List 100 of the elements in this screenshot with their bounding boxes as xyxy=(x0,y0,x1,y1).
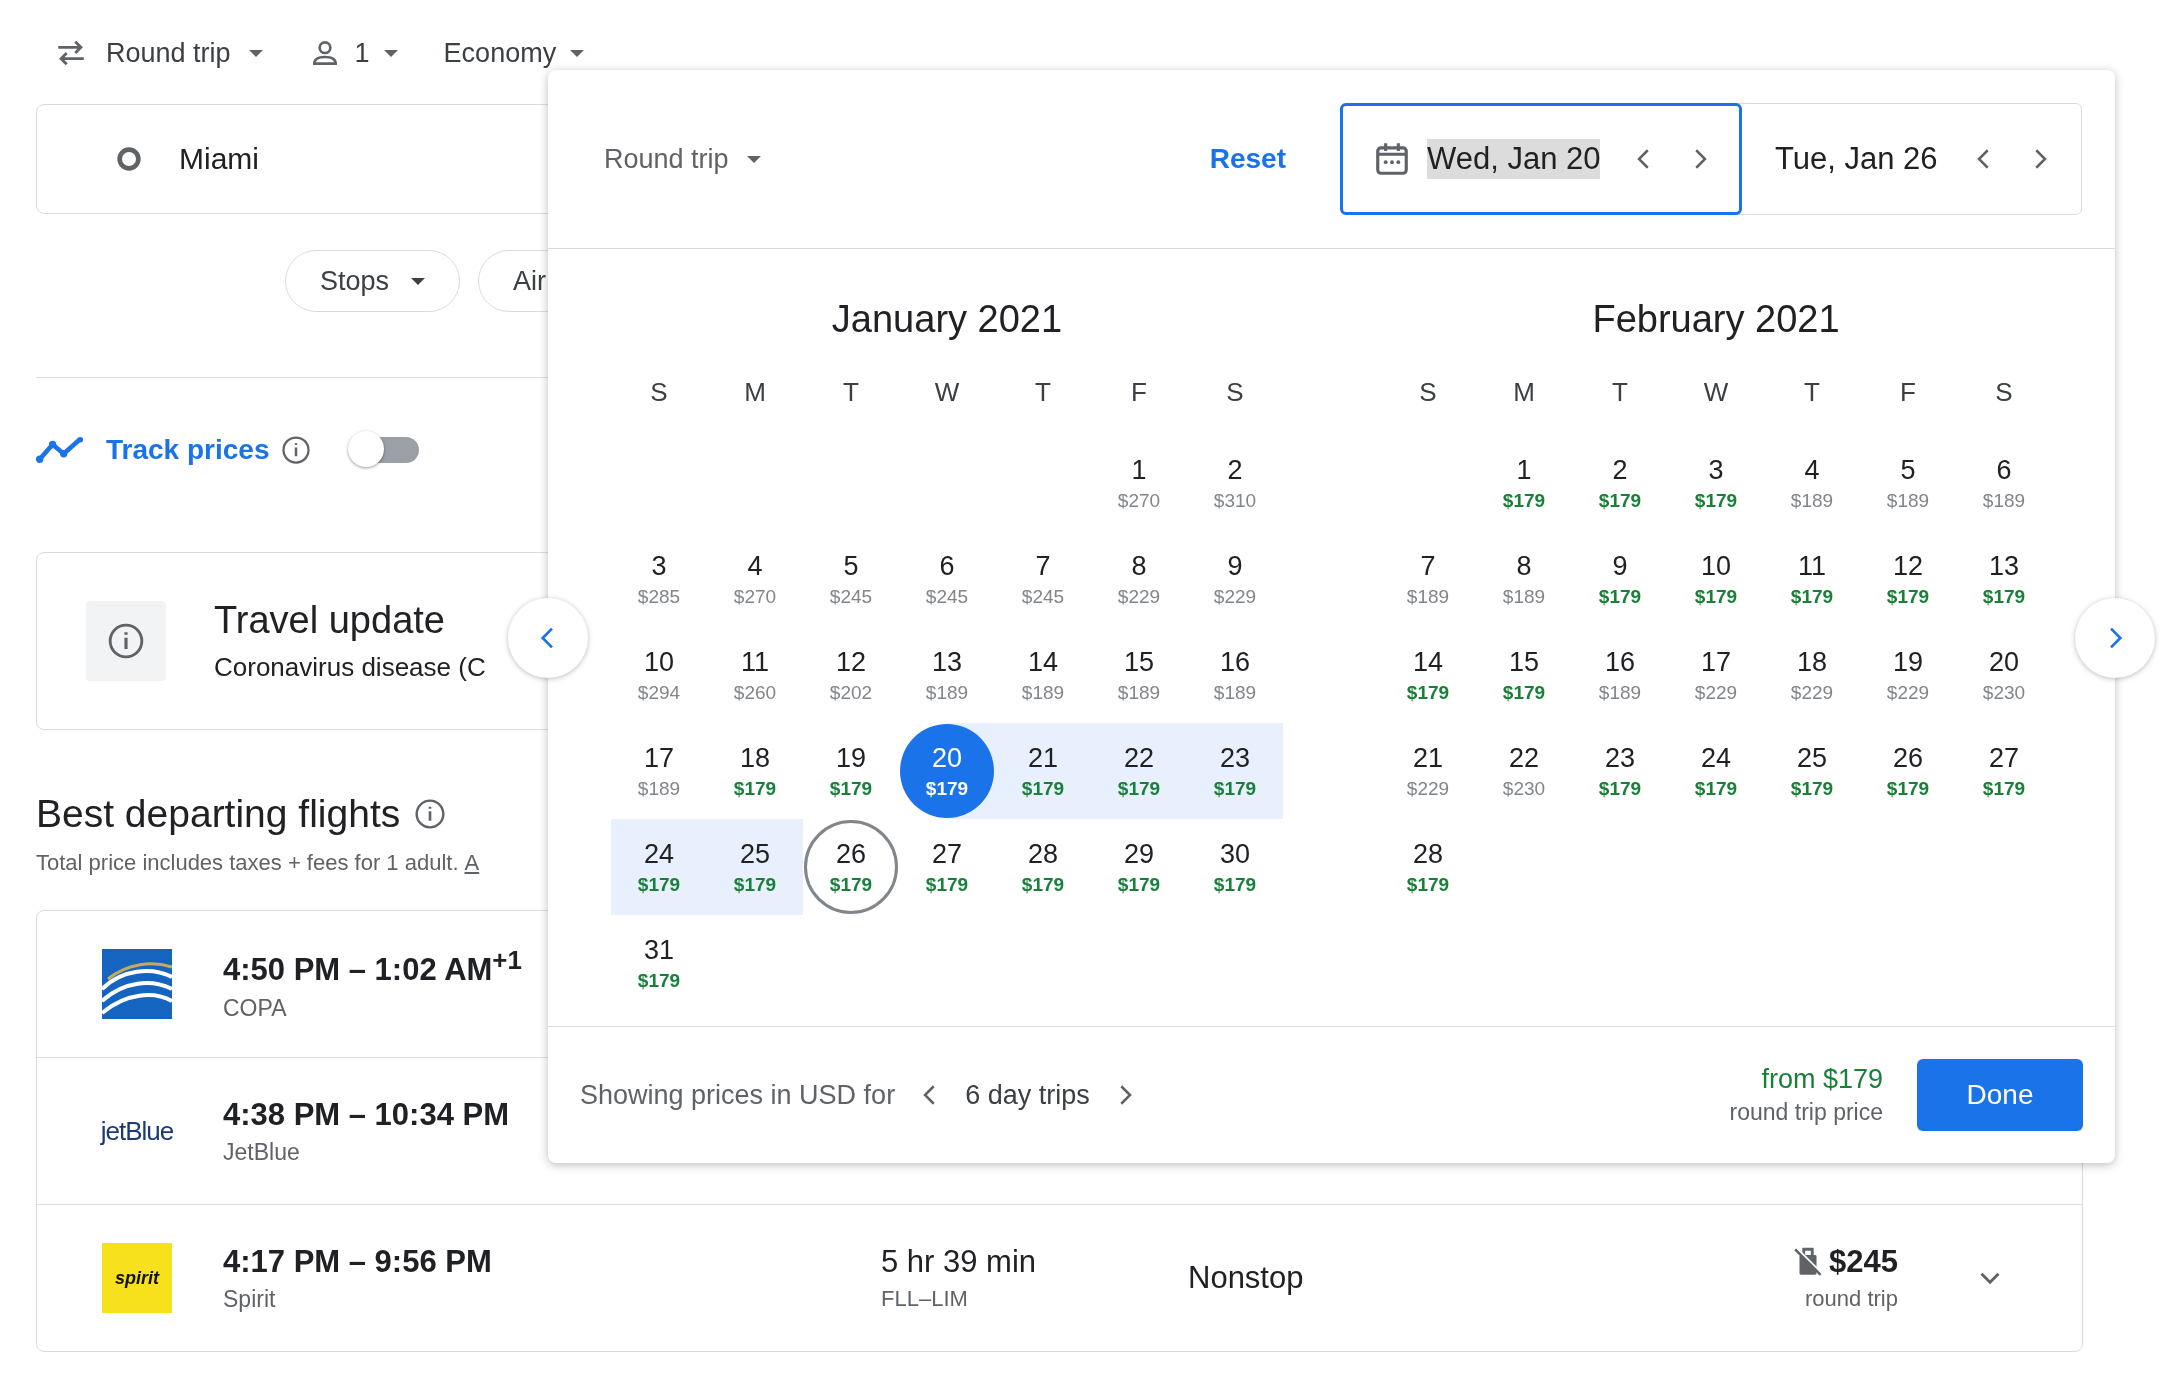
month-title: January 2021 xyxy=(830,297,1064,342)
calendar-day[interactable]: 27 $179 xyxy=(900,820,994,914)
calendar-day[interactable]: 21 $179 xyxy=(996,724,1090,818)
weekday-label: S xyxy=(1994,375,2014,409)
calendar-day[interactable]: 19 $179 xyxy=(804,724,898,818)
calendar-day[interactable]: 8 $229 xyxy=(1092,532,1186,626)
calendar-day[interactable]: 24 $179 xyxy=(612,820,706,914)
airline-logo xyxy=(102,949,172,1019)
calendar-day[interactable]: 23 $179 xyxy=(1188,724,1282,818)
calendar-day[interactable]: 21 $229 xyxy=(1381,724,1475,818)
currency-note: Showing prices in USD for xyxy=(580,1079,896,1111)
calendar-day[interactable]: 7 $189 xyxy=(1381,532,1475,626)
calendar-day[interactable]: 2 $310 xyxy=(1188,436,1282,530)
calendar-day[interactable]: 30 $179 xyxy=(1188,820,1282,914)
cabin-dropdown[interactable]: Economy xyxy=(443,37,585,69)
calendar-day[interactable]: 24 $179 xyxy=(1669,724,1763,818)
caret-icon xyxy=(248,49,263,57)
price-caption: round trip xyxy=(1805,1286,1898,1312)
flight-price: $245 xyxy=(1829,1244,1898,1280)
calendar-day[interactable]: 18 $179 xyxy=(708,724,802,818)
calendar-day[interactable]: 16 $189 xyxy=(1573,628,1667,722)
calendar-day[interactable]: 25 $179 xyxy=(708,820,802,914)
weekday-label: T xyxy=(842,375,860,409)
calendar-day[interactable]: 13 $179 xyxy=(1957,532,2051,626)
calendar-day[interactable]: 18 $229 xyxy=(1765,628,1859,722)
calendar-day[interactable]: 23 $179 xyxy=(1573,724,1667,818)
passengers-dropdown[interactable]: 1 xyxy=(308,37,398,69)
calendar-day[interactable]: 22 $179 xyxy=(1092,724,1186,818)
calendar-day[interactable]: 31 $179 xyxy=(612,916,706,1010)
calendar-day[interactable]: 12 $202 xyxy=(804,628,898,722)
origin-circle-icon xyxy=(115,145,143,173)
calendar-day[interactable]: 28 $179 xyxy=(1381,820,1475,914)
calendar-day[interactable]: 28 $179 xyxy=(996,820,1090,914)
calendar-day[interactable]: 10 $294 xyxy=(612,628,706,722)
flight-times: 4:38 PM – 10:34 PM xyxy=(223,1096,510,1133)
calendar-day[interactable]: 17 $189 xyxy=(612,724,706,818)
done-button[interactable]: Done xyxy=(1917,1059,2083,1131)
calendar-day[interactable]: 13 $189 xyxy=(900,628,994,722)
calendar-day[interactable]: 26 $179 xyxy=(804,820,898,914)
reset-button[interactable]: Reset xyxy=(1197,135,1298,183)
calendar-day[interactable]: 17 $229 xyxy=(1669,628,1763,722)
info-link[interactable]: A xyxy=(464,850,480,876)
weekday-label: W xyxy=(933,375,961,409)
calendar-day[interactable]: 4 $189 xyxy=(1765,436,1859,530)
calendar-day[interactable]: 19 $229 xyxy=(1861,628,1955,722)
calendar-day[interactable]: 12 $179 xyxy=(1861,532,1955,626)
calendar-day[interactable]: 7 $245 xyxy=(996,532,1090,626)
calendar-day[interactable]: 20 $179 xyxy=(900,724,994,818)
info-icon[interactable] xyxy=(414,798,447,830)
info-icon[interactable] xyxy=(281,435,312,465)
calendar-day[interactable]: 1 $270 xyxy=(1092,436,1186,530)
calendar-day[interactable]: 14 $189 xyxy=(996,628,1090,722)
calendar-day[interactable]: 5 $189 xyxy=(1861,436,1955,530)
calendar-day[interactable]: 11 $260 xyxy=(708,628,802,722)
flight-route: FLL–LIM xyxy=(881,1286,968,1312)
weekday-label: F xyxy=(1130,375,1148,409)
weekday-label: F xyxy=(1899,375,1917,409)
calendar-day[interactable]: 11 $179 xyxy=(1765,532,1859,626)
weekday-label: T xyxy=(1803,375,1821,409)
weekday-label: W xyxy=(1702,375,1730,409)
calendar-day[interactable]: 9 $229 xyxy=(1188,532,1282,626)
calendar-day[interactable]: 1 $179 xyxy=(1477,436,1571,530)
calendar-day[interactable]: 9 $179 xyxy=(1573,532,1667,626)
calendar-day[interactable]: 15 $189 xyxy=(1092,628,1186,722)
calendar-day[interactable]: 26 $179 xyxy=(1861,724,1955,818)
calendar-day[interactable]: 29 $179 xyxy=(1092,820,1186,914)
lowest-price: from $179 xyxy=(1761,1064,1883,1095)
caret-icon xyxy=(570,49,585,57)
calendar-day[interactable]: 14 $179 xyxy=(1381,628,1475,722)
calendar-day[interactable]: 20 $230 xyxy=(1957,628,2051,722)
airline-name: JetBlue xyxy=(223,1138,300,1166)
weekday-label: M xyxy=(1512,375,1536,409)
flight-times: 4:50 PM – 1:02 AM$^{+1}$ xyxy=(223,946,522,989)
update-text: Coronavirus disease (C xyxy=(214,652,486,683)
price-note: Total price includes taxes + fees for 1 adult. xyxy=(36,850,459,876)
calendar-day[interactable]: 27 $179 xyxy=(1957,724,2051,818)
caret-icon xyxy=(383,49,398,57)
update-title: Travel update xyxy=(214,599,446,642)
airline-name: COPA xyxy=(223,994,287,1022)
calendar-day[interactable]: 25 $179 xyxy=(1765,724,1859,818)
weekday-label: S xyxy=(1225,375,1245,409)
caret-icon xyxy=(411,277,426,285)
calendar-day[interactable]: 3 $179 xyxy=(1669,436,1763,530)
calendar-day[interactable]: 15 $179 xyxy=(1477,628,1571,722)
calendar-day[interactable]: 6 $189 xyxy=(1957,436,2051,530)
trip-type-dropdown[interactable]: Round trip xyxy=(604,143,761,175)
info-icon xyxy=(107,622,145,660)
calendar-day[interactable]: 8 $189 xyxy=(1477,532,1571,626)
weekday-label: S xyxy=(649,375,669,409)
calendar-day[interactable]: 2 $179 xyxy=(1573,436,1667,530)
calendar-day[interactable]: 22 $230 xyxy=(1477,724,1571,818)
calendar-day[interactable]: 4 $270 xyxy=(708,532,802,626)
calendar-day[interactable]: 10 $179 xyxy=(1669,532,1763,626)
calendar-day[interactable]: 16 $189 xyxy=(1188,628,1282,722)
caret-icon xyxy=(746,155,761,163)
calendar-day[interactable]: 3 $285 xyxy=(612,532,706,626)
trip-type-dropdown[interactable]: Round trip xyxy=(54,36,263,70)
calendar-day[interactable]: 5 $245 xyxy=(804,532,898,626)
calendar-day[interactable]: 6 $245 xyxy=(900,532,994,626)
stops-text: Nonstop xyxy=(1188,1260,1304,1296)
